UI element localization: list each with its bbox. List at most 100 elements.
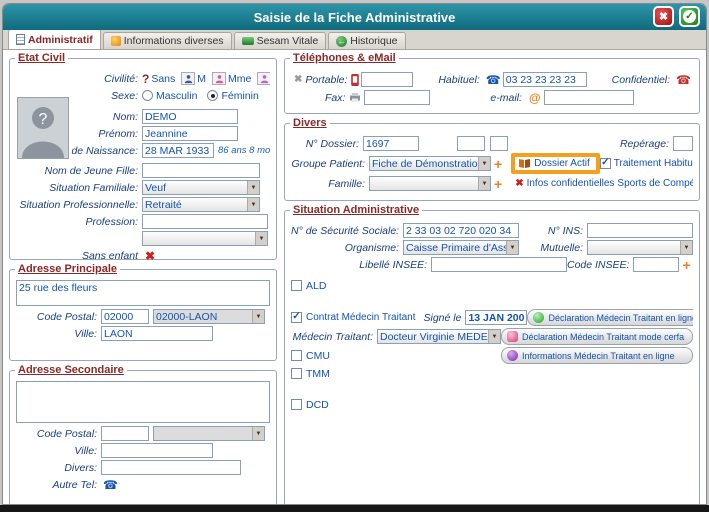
medecin-traitant-label: Médecin Traitant: [291,331,377,343]
informations-mt-en-ligne-button[interactable]: Informations Médecin Traitant en ligne [501,347,693,364]
tab-historique[interactable]: Historique [328,32,405,49]
administratif-tab-icon [16,34,25,45]
tmm-label: TMM [306,368,330,380]
situation-professionnelle-value: Retraité [145,199,247,211]
secu-input[interactable] [403,223,519,238]
sports-competition-link[interactable]: Sports de Compétition [617,178,693,189]
dcd-checkbox[interactable] [291,399,302,410]
code-postal-2-input[interactable] [101,426,149,441]
dossier-sub-field-1[interactable] [457,136,485,151]
civilite-option-mle[interactable]: Mle [257,72,270,85]
profession-liste-select[interactable]: ▼ [142,231,268,246]
nom-input[interactable] [142,109,238,124]
reperage-input[interactable] [673,136,693,151]
add-groupe-patient-button[interactable]: + [494,158,502,170]
civilite-option-sans[interactable]: ? Sans [142,72,175,86]
tmm-checkbox[interactable] [291,368,302,379]
chevron-down-icon: ▼ [252,310,264,323]
divers-adresse-input[interactable] [101,460,241,475]
ville-2-input[interactable] [101,443,213,458]
ald-row: ALD [291,278,693,293]
adresse-principale-input[interactable]: 25 rue des fleurs [16,280,270,306]
confidentiel-phone-icon[interactable]: ☎ [676,74,691,86]
contrat-mt-checkbox[interactable] [291,312,302,323]
civilite-option-m[interactable]: M [181,72,206,85]
confidentiel-label: Confidentiel: [612,74,674,86]
situation-professionnelle-select[interactable]: Retraité ▼ [142,197,260,212]
nom-jeune-fille-input[interactable] [142,163,260,178]
chevron-down-icon: ▼ [247,181,259,194]
mutuelle-select[interactable]: ▼ [587,240,693,255]
cmu-checkbox[interactable] [291,350,302,361]
prenom-input[interactable] [142,126,238,141]
adresse-secondaire-input[interactable] [16,381,270,423]
group-title-situation-administrative: Situation Administrative [290,204,422,216]
habituel-input[interactable] [503,72,587,87]
add-code-insee-button[interactable]: + [682,259,690,271]
validate-button[interactable]: ✓ [679,6,700,27]
declaration-mt-en-ligne-button[interactable]: Déclaration Médecin Traitant en ligne [527,309,693,326]
sexe-feminin-radio[interactable] [207,90,218,101]
cancel-button[interactable]: ✖ [653,6,674,27]
libelle-insee-input[interactable] [431,257,567,272]
patient-photo[interactable]: ? [17,97,69,159]
cancel-icon: ✖ [659,10,668,23]
sans-enfant-cross-icon[interactable]: ✖ [145,249,155,263]
commune-value: 02000-LAON [156,311,252,323]
tab-sesam-vitale[interactable]: Sesam Vitale [234,32,327,49]
fax-input[interactable] [364,90,430,105]
civilite-label: Civilité: [16,73,142,85]
dossier-sub-field-2[interactable] [490,136,508,151]
mobile-phone-icon [351,74,359,86]
famille-select[interactable]: ▼ [369,176,491,191]
clear-phone-icon[interactable]: ✖ [294,74,302,85]
ville-2-row: Ville: [16,443,270,458]
traitement-habituel-checkbox[interactable] [600,158,611,169]
age-text: 86 ans 8 mois 4 j [218,145,270,156]
tab-bar: Administratif Informations diverses Sesa… [3,30,706,50]
historique-tab-icon [336,36,347,47]
ville-row: Ville: [16,326,270,341]
n-dossier-label: N° Dossier: [291,138,363,150]
group-title-divers: Divers [290,117,330,129]
add-famille-button[interactable]: + [494,178,502,190]
civilite-option-label: Sans [151,73,175,85]
confidential-icon: ✖ [515,178,523,189]
autre-tel-phone-icon: ☎ [103,479,118,491]
date-naissance-input[interactable] [142,143,214,158]
code-insee-input[interactable] [633,257,679,272]
declaration-mt-cerfa-button[interactable]: Déclaration Médecin Traitant mode cerfa [501,328,693,345]
profession-input[interactable] [142,214,268,229]
portable-input[interactable] [361,72,413,87]
adresse-principale-value: 25 rue des fleurs [19,282,97,294]
commune-2-select[interactable]: ▼ [153,426,265,441]
telephones-row-1: ✖ Portable: Habituel: ☎ Confidentiel: ☎ [291,72,693,87]
organisme-select[interactable]: Caisse Primaire d'Assur ▼ [403,240,519,255]
email-input[interactable] [544,90,634,105]
informations-diverses-tab-icon [111,36,121,46]
code-postal-input[interactable] [101,309,149,324]
tab-administratif[interactable]: Administratif [8,29,101,49]
code-postal-2-row: Code Postal: ▼ [16,426,270,441]
sexe-masculin-label: Masculin [156,90,197,102]
situation-familiale-select[interactable]: Veuf ▼ [142,180,260,195]
group-etat-civil: Etat Civil ? Civilité: ? Sans [9,58,277,260]
medecin-traitant-select[interactable]: Docteur Virginie MEDECIN RP ▼ [377,329,501,344]
situation-familiale-value: Veuf [145,182,247,194]
n-dossier-input[interactable] [363,136,419,151]
telephones-row-2: Fax: e-mail: @ [291,90,693,105]
tab-informations-diverses[interactable]: Informations diverses [103,32,232,49]
civilite-option-mme[interactable]: Mme [212,72,251,85]
commune-select[interactable]: 02000-LAON ▼ [153,309,265,324]
chevron-down-icon: ▼ [478,177,490,190]
dossier-actif-link[interactable]: Dossier Actif [534,158,590,169]
groupe-patient-select[interactable]: Fiche de Démonstration ▼ [369,156,491,171]
sexe-masculin-radio[interactable] [142,90,153,101]
ald-checkbox[interactable] [291,280,302,291]
autre-tel-label: Autre Tel: [16,479,101,491]
ville-input[interactable] [101,326,213,341]
ville-2-label: Ville: [16,445,101,457]
infos-confidentielles-link[interactable]: Infos confidentielles [527,178,615,189]
ins-input[interactable] [587,223,693,238]
signe-le-input[interactable] [465,310,527,325]
